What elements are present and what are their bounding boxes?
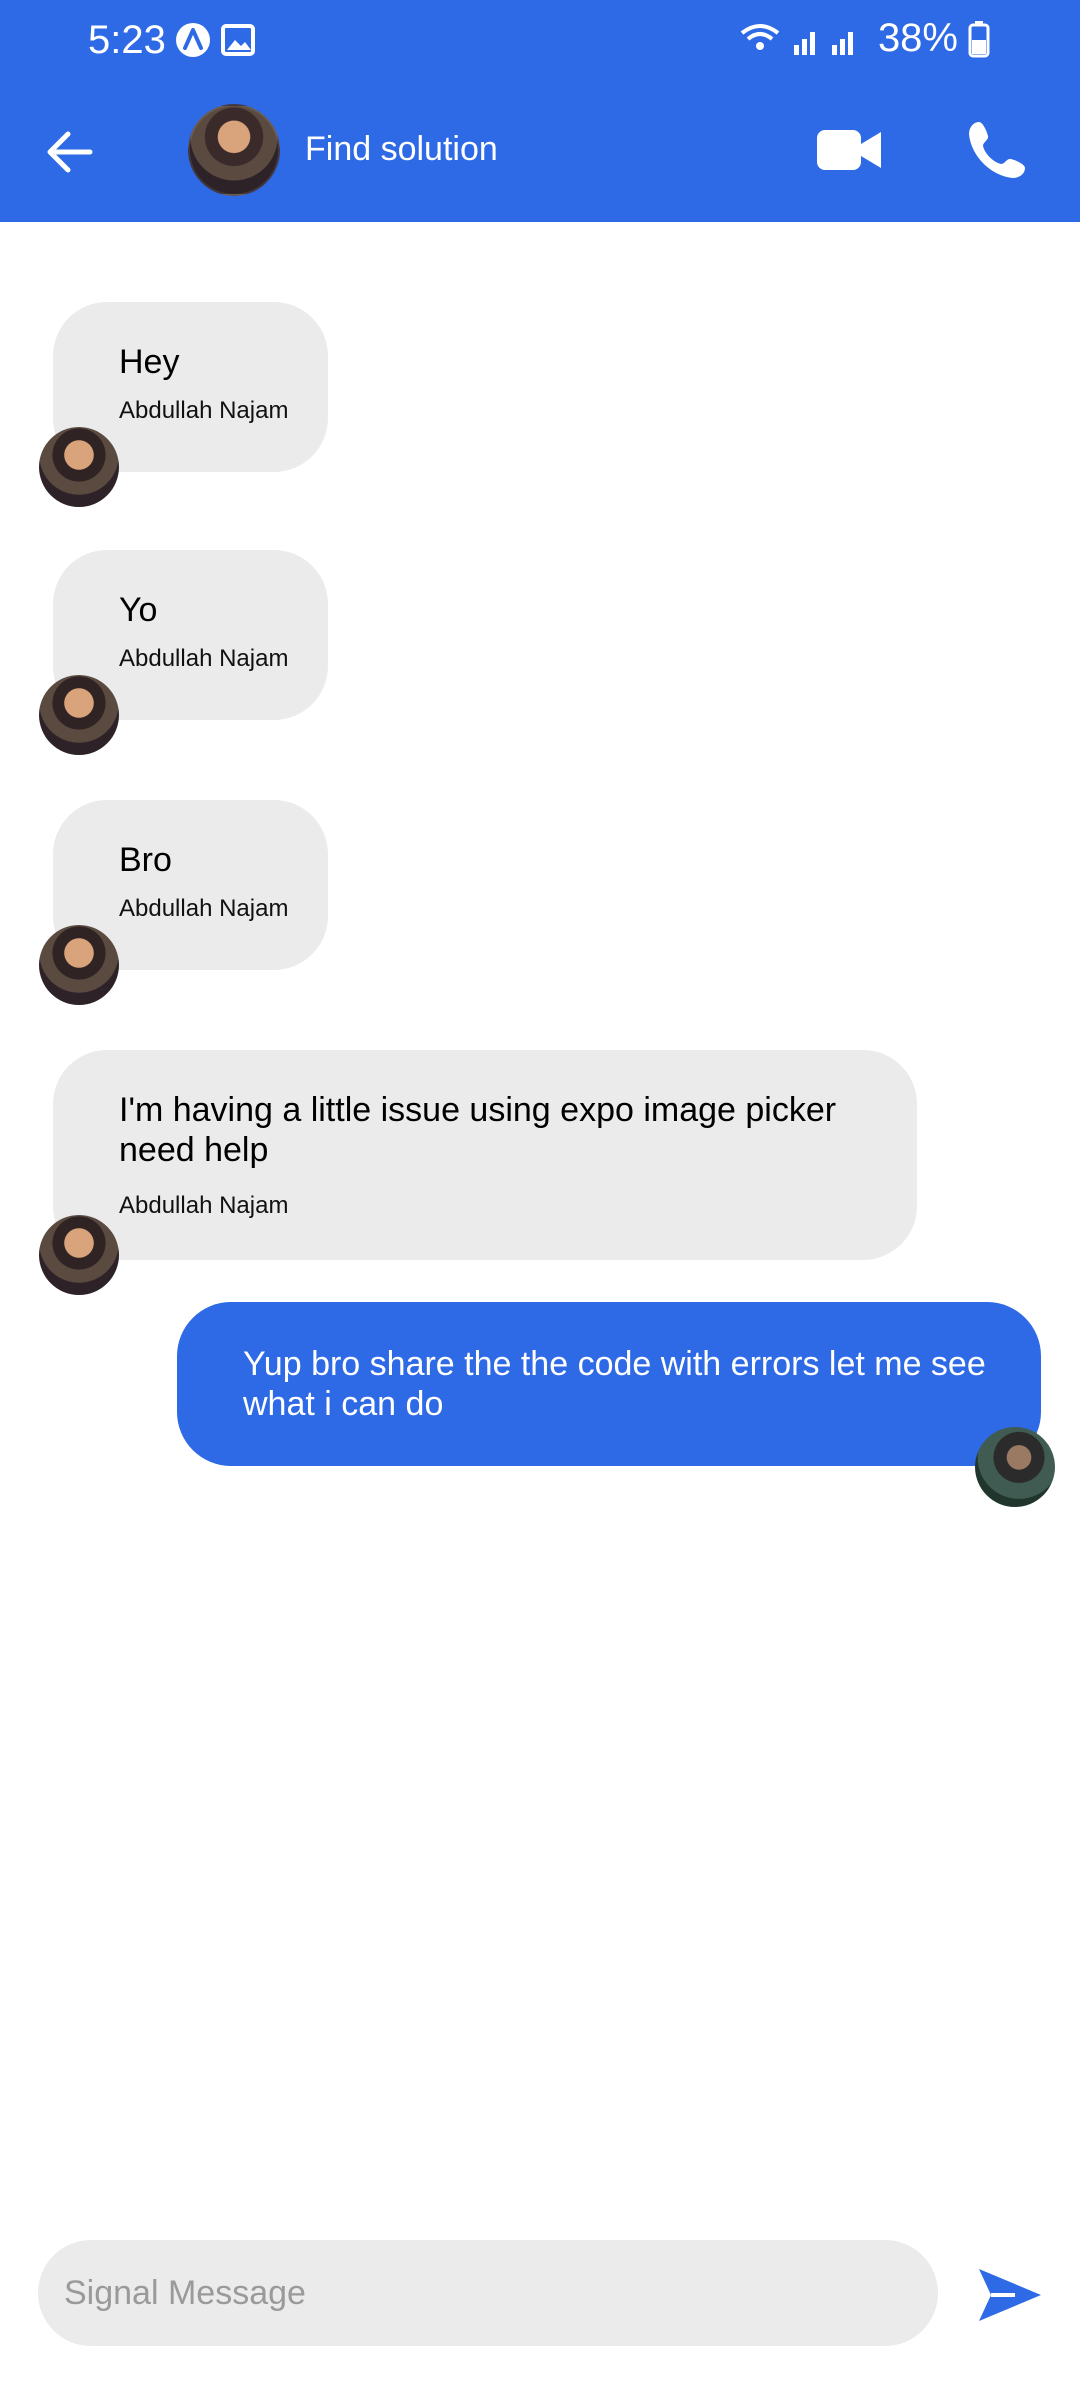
- message-text: Yo: [119, 591, 158, 629]
- chat-header: Find solution: [0, 100, 1080, 200]
- sender-avatar[interactable]: [39, 427, 119, 507]
- send-button[interactable]: [975, 2265, 1045, 2325]
- battery-icon: [968, 20, 990, 57]
- status-time: 5:23: [88, 18, 166, 62]
- message-sender: Abdullah Najam: [119, 895, 289, 922]
- voice-call-button[interactable]: [965, 118, 1029, 182]
- sender-avatar[interactable]: [39, 1215, 119, 1295]
- battery-percent: 38%: [877, 16, 958, 60]
- message-text: Yup bro share the the code with errors l…: [243, 1345, 986, 1423]
- message-composer: [0, 2220, 1080, 2400]
- chat-title[interactable]: Find solution: [305, 130, 498, 169]
- own-avatar[interactable]: [975, 1427, 1055, 1507]
- status-bar: 5:23 38%: [0, 0, 1080, 80]
- message-sender: Abdullah Najam: [119, 645, 289, 672]
- sender-avatar[interactable]: [39, 675, 119, 755]
- sender-avatar[interactable]: [39, 925, 119, 1005]
- status-right: 38%: [738, 16, 990, 61]
- contact-avatar[interactable]: [188, 104, 280, 196]
- top-bar: 5:23 38% Find solution: [0, 0, 1080, 222]
- app-a-icon: [176, 23, 210, 57]
- phone-icon: [969, 122, 1025, 178]
- video-call-button[interactable]: [815, 120, 885, 180]
- wifi-icon: [740, 23, 780, 50]
- message-list[interactable]: Hey Abdullah Najam Yo Abdullah Najam Bro…: [0, 222, 1080, 2222]
- gallery-icon: [221, 24, 255, 56]
- message-text: Bro: [119, 841, 172, 879]
- signal-icon: [740, 23, 853, 55]
- message-bubble-outgoing[interactable]: Yup bro share the the code with errors l…: [177, 1302, 1041, 1466]
- arrow-left-icon: [47, 131, 93, 173]
- message-text: Hey: [119, 343, 180, 381]
- video-icon: [817, 130, 881, 170]
- status-left-icons: [175, 20, 275, 65]
- send-icon: [979, 2269, 1041, 2321]
- message-input[interactable]: [38, 2240, 938, 2346]
- message-sender: Abdullah Najam: [119, 1192, 289, 1219]
- back-button[interactable]: [40, 122, 100, 182]
- message-text: I'm having a little issue using expo ima…: [119, 1091, 837, 1169]
- message-sender: Abdullah Najam: [119, 397, 289, 424]
- message-bubble-incoming[interactable]: I'm having a little issue using expo ima…: [53, 1050, 917, 1260]
